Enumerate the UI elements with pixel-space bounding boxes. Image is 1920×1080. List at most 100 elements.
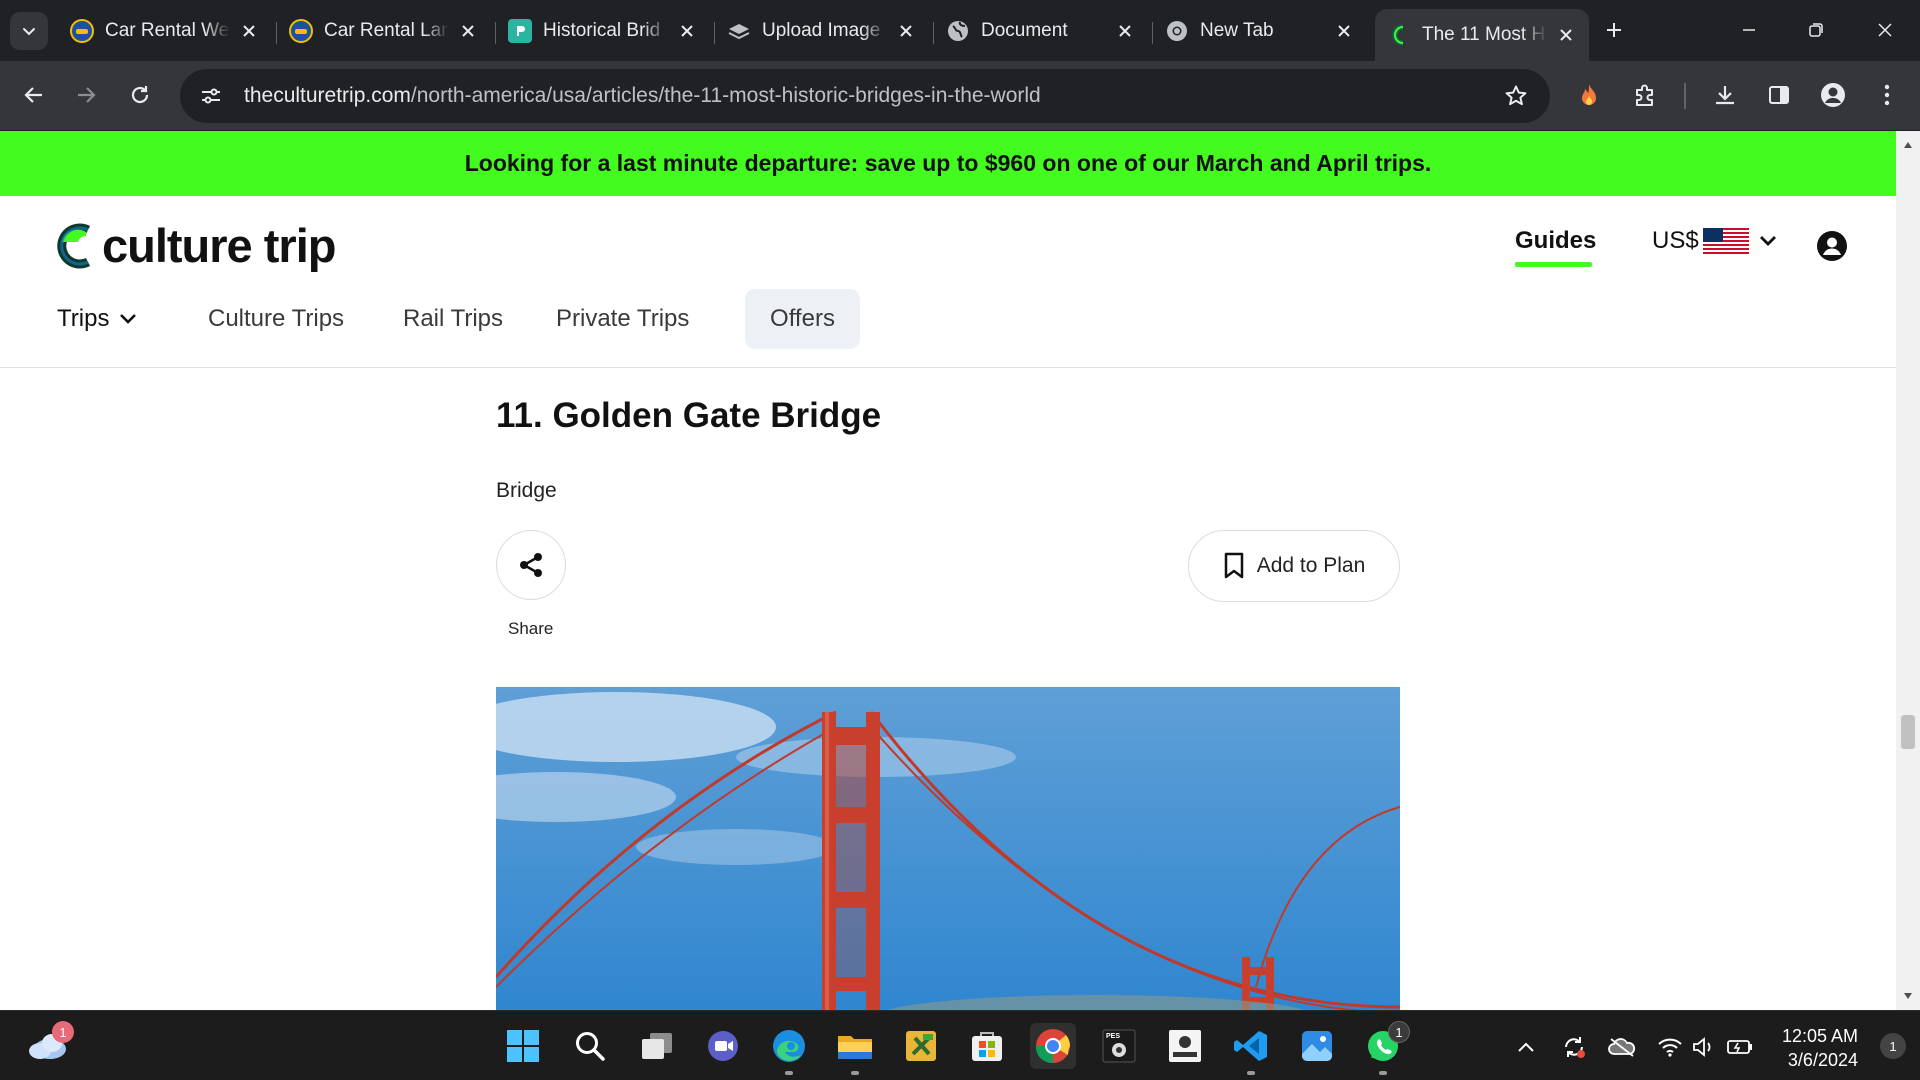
onedrive-offline-icon[interactable] bbox=[1608, 1033, 1636, 1061]
profile-button[interactable] bbox=[1814, 76, 1852, 114]
volume-icon[interactable] bbox=[1690, 1033, 1718, 1061]
bookmark-star-button[interactable] bbox=[1500, 80, 1532, 112]
scroll-up-icon[interactable] bbox=[1900, 137, 1916, 153]
culture-trip-logo-icon bbox=[57, 223, 91, 268]
search-icon bbox=[576, 1032, 605, 1061]
close-tab-icon[interactable] bbox=[238, 20, 260, 42]
share-label: Share bbox=[508, 619, 554, 638]
chevron-up-icon bbox=[1518, 1042, 1534, 1052]
show-hidden-icons-button[interactable] bbox=[1512, 1033, 1540, 1061]
guides-active-underline bbox=[1515, 262, 1592, 267]
logo-wordmark: culture trip bbox=[102, 219, 336, 272]
browser-tab[interactable]: Upload Image bbox=[715, 10, 929, 52]
currency-selector[interactable]: US$ bbox=[1652, 227, 1777, 255]
address-bar[interactable]: theculturetrip.com/north-america/usa/art… bbox=[180, 69, 1550, 123]
video-chat-icon bbox=[708, 1031, 738, 1061]
guides-link[interactable]: Guides bbox=[1515, 227, 1596, 255]
star-icon bbox=[1505, 85, 1527, 106]
forward-button[interactable] bbox=[66, 75, 106, 115]
account-icon[interactable] bbox=[1816, 230, 1848, 262]
tools-app[interactable] bbox=[898, 1023, 944, 1069]
tab-search-button[interactable] bbox=[10, 12, 48, 50]
fifa-game-app[interactable] bbox=[1162, 1023, 1208, 1069]
file-explorer-app[interactable] bbox=[832, 1023, 878, 1075]
page-scrollbar[interactable] bbox=[1896, 131, 1920, 1010]
kebab-menu-icon bbox=[1884, 84, 1890, 106]
new-tab-button[interactable] bbox=[1598, 14, 1630, 46]
extension-fire-button[interactable] bbox=[1570, 76, 1608, 114]
browser-tab[interactable]: New Tab bbox=[1153, 10, 1367, 52]
side-panel-icon bbox=[1769, 86, 1789, 104]
restore-button[interactable] bbox=[1781, 0, 1851, 60]
start-button[interactable] bbox=[500, 1023, 546, 1069]
section-heading: 11. Golden Gate Bridge bbox=[496, 396, 882, 435]
chrome-favicon bbox=[1165, 19, 1189, 43]
back-button[interactable] bbox=[14, 75, 54, 115]
nav-culture-trips[interactable]: Culture Trips bbox=[208, 289, 344, 349]
browser-tab-strip: Car Rental We Car Rental Lan Historical … bbox=[0, 0, 1920, 61]
battery-icon[interactable] bbox=[1726, 1033, 1754, 1061]
plus-icon bbox=[1607, 23, 1621, 37]
edge-icon bbox=[773, 1030, 805, 1062]
microsoft-store-app[interactable] bbox=[964, 1023, 1010, 1069]
culture-trip-logo[interactable]: culture trip bbox=[52, 218, 336, 273]
chrome-app[interactable] bbox=[1030, 1023, 1076, 1069]
nav-private-trips[interactable]: Private Trips bbox=[556, 289, 689, 349]
arrow-right-icon bbox=[78, 87, 96, 103]
task-view-icon bbox=[642, 1033, 672, 1059]
close-tab-icon[interactable] bbox=[895, 20, 917, 42]
reload-icon bbox=[131, 86, 149, 104]
close-tab-icon[interactable] bbox=[1114, 20, 1136, 42]
task-view-button[interactable] bbox=[634, 1023, 680, 1069]
close-tab-icon[interactable] bbox=[457, 20, 479, 42]
browser-tab[interactable]: Car Rental We bbox=[58, 10, 272, 52]
close-tab-icon[interactable] bbox=[1555, 24, 1577, 46]
weather-widget[interactable]: 1 bbox=[24, 1021, 74, 1069]
browser-tab[interactable]: Car Rental Lan bbox=[277, 10, 491, 52]
sync-icon[interactable] bbox=[1560, 1033, 1588, 1061]
browser-tab-active[interactable]: The 11 Most H bbox=[1375, 9, 1589, 61]
pes-game-app[interactable]: PES bbox=[1096, 1023, 1142, 1069]
browser-tab[interactable]: Document bbox=[934, 10, 1148, 52]
puzzle-icon bbox=[1636, 84, 1653, 106]
bridge-photo-illustration bbox=[496, 687, 1400, 1010]
teams-chat-app[interactable] bbox=[700, 1023, 746, 1069]
nav-trips-dropdown[interactable]: Trips bbox=[57, 289, 137, 349]
chevron-down-icon bbox=[1759, 236, 1776, 246]
minimize-button[interactable] bbox=[1714, 0, 1784, 60]
photos-app[interactable] bbox=[1294, 1023, 1340, 1069]
reload-button[interactable] bbox=[120, 75, 160, 115]
add-to-plan-button[interactable]: Add to Plan bbox=[1188, 530, 1400, 602]
windows-taskbar: 1 PES 1 12:05 AM 3/6/2024 1 bbox=[0, 1010, 1920, 1080]
browser-menu-button[interactable] bbox=[1868, 76, 1906, 114]
system-clock[interactable]: 12:05 AM 3/6/2024 bbox=[1770, 1024, 1858, 1072]
wifi-icon[interactable] bbox=[1656, 1033, 1684, 1061]
scroll-down-icon[interactable] bbox=[1900, 988, 1916, 1004]
scrollbar-thumb[interactable] bbox=[1901, 715, 1915, 749]
folder-icon bbox=[838, 1036, 872, 1059]
svg-text:PES: PES bbox=[1106, 1033, 1120, 1040]
vscode-app[interactable] bbox=[1228, 1023, 1274, 1075]
article-section: 11. Golden Gate Bridge Bridge Share Add … bbox=[496, 396, 1400, 638]
web-page: Looking for a last minute departure: sav… bbox=[0, 131, 1896, 1010]
close-window-button[interactable] bbox=[1850, 0, 1920, 60]
search-button[interactable] bbox=[567, 1023, 613, 1069]
side-panel-button[interactable] bbox=[1760, 76, 1798, 114]
photos-icon bbox=[1302, 1031, 1332, 1061]
downloads-button[interactable] bbox=[1706, 76, 1744, 114]
close-tab-icon[interactable] bbox=[1333, 20, 1355, 42]
nav-offers[interactable]: Offers bbox=[745, 289, 860, 349]
golden-gate-bridge-image bbox=[496, 687, 1400, 1010]
document-favicon bbox=[508, 19, 532, 43]
nav-rail-trips[interactable]: Rail Trips bbox=[403, 289, 503, 349]
whatsapp-app[interactable]: 1 bbox=[1360, 1021, 1410, 1075]
notification-center-button[interactable]: 1 bbox=[1880, 1033, 1906, 1059]
promo-banner[interactable]: Looking for a last minute departure: sav… bbox=[0, 131, 1896, 196]
edge-browser-app[interactable] bbox=[766, 1023, 812, 1075]
extensions-button[interactable] bbox=[1626, 76, 1664, 114]
browser-tab[interactable]: Historical Brid bbox=[496, 10, 710, 52]
download-icon bbox=[1716, 86, 1734, 105]
close-tab-icon[interactable] bbox=[676, 20, 698, 42]
share-button[interactable] bbox=[496, 530, 566, 600]
site-info-icon[interactable] bbox=[190, 75, 232, 117]
